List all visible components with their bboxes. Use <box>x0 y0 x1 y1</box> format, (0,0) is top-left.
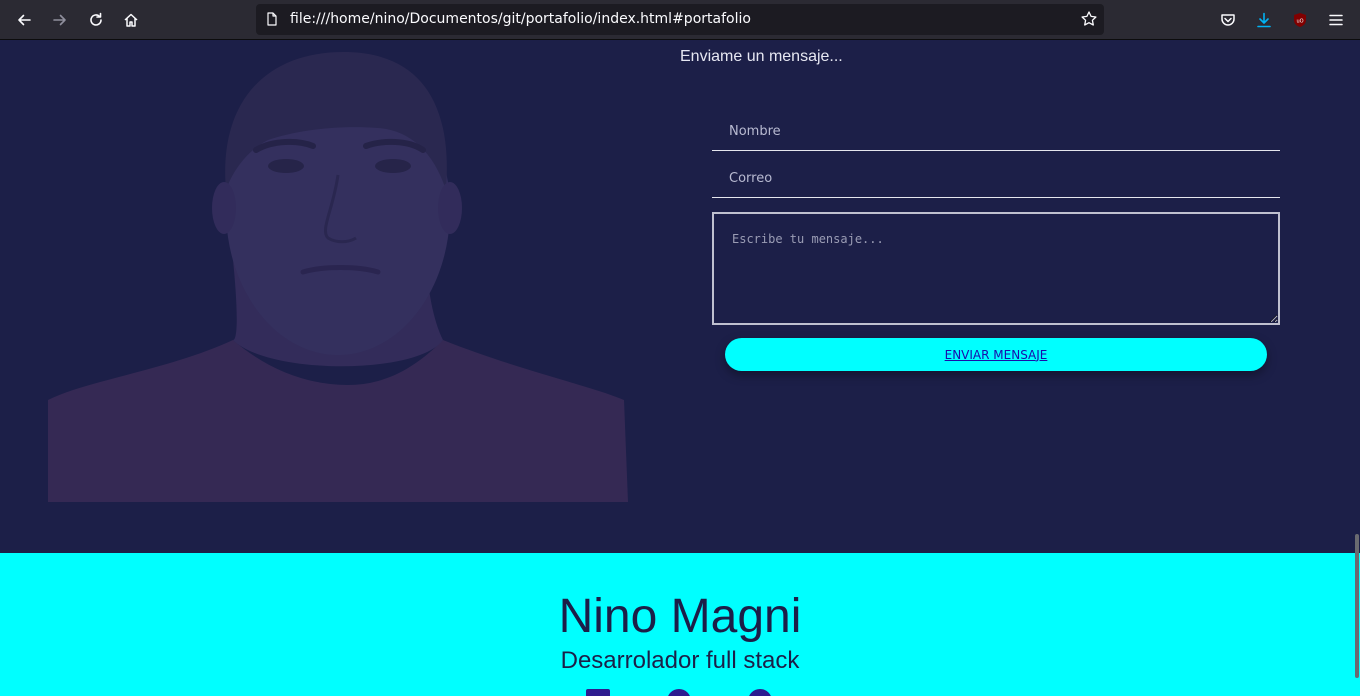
send-message-label: ENVIAR MENSAJE <box>944 347 1048 362</box>
footer: Nino Magni Desarrolador full stack <box>0 553 1360 696</box>
url-text: file:///home/nino/Documentos/git/portafo… <box>290 11 751 27</box>
svg-text:uO: uO <box>1296 19 1303 25</box>
back-icon[interactable] <box>12 8 36 32</box>
message-textarea[interactable] <box>712 212 1280 325</box>
bookmark-star-icon[interactable] <box>1080 10 1098 28</box>
name-input[interactable] <box>712 113 1280 151</box>
social-icon[interactable] <box>748 689 772 696</box>
ublock-icon[interactable]: uO <box>1288 8 1312 32</box>
send-message-button[interactable]: ENVIAR MENSAJE <box>725 338 1267 371</box>
menu-icon[interactable] <box>1324 8 1348 32</box>
reload-icon[interactable] <box>84 8 108 32</box>
scrollbar-thumb[interactable] <box>1355 534 1359 678</box>
footer-name: Nino Magni <box>558 590 802 643</box>
download-icon[interactable] <box>1252 8 1276 32</box>
pocket-icon[interactable] <box>1216 8 1240 32</box>
url-bar[interactable]: file:///home/nino/Documentos/git/portafo… <box>256 4 1104 35</box>
portrait-image <box>48 51 628 502</box>
page-scrollbar[interactable] <box>1354 40 1360 696</box>
email-input[interactable] <box>712 160 1280 198</box>
browser-toolbar: file:///home/nino/Documentos/git/portafo… <box>0 0 1360 40</box>
contact-section: Enviame un mensaje... ENVIAR MENSAJE <box>0 40 1360 553</box>
forward-icon[interactable] <box>48 8 72 32</box>
home-icon[interactable] <box>119 8 143 32</box>
footer-role: Desarrolador full stack <box>560 647 800 674</box>
social-icon[interactable] <box>586 689 610 696</box>
contact-heading: Enviame un mensaje... <box>680 48 843 65</box>
page-icon <box>267 12 277 26</box>
social-icon[interactable] <box>667 689 691 696</box>
